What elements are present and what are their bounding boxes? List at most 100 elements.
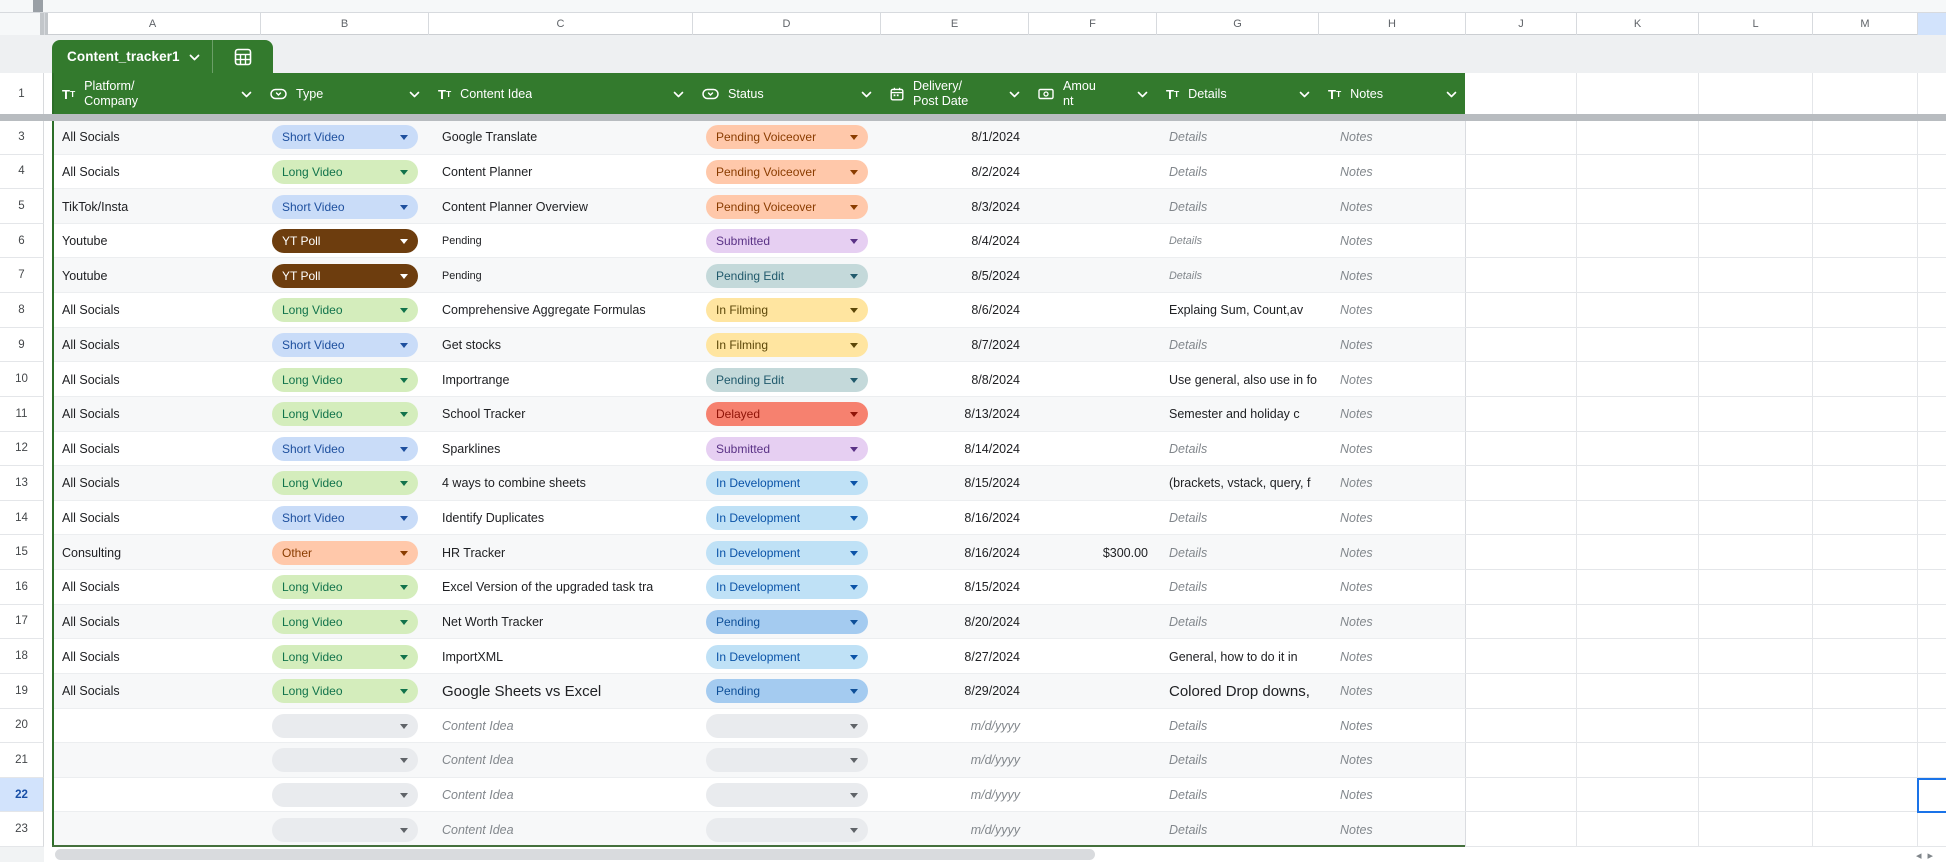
type-chip[interactable]: Other: [272, 541, 418, 565]
cell-date[interactable]: m/d/yyyy: [880, 812, 1028, 847]
cell-amount[interactable]: [1028, 743, 1156, 778]
cell-notes[interactable]: Notes: [1334, 224, 1465, 259]
cell-content-idea[interactable]: Comprehensive Aggregate Formulas: [436, 293, 692, 328]
status-chip[interactable]: [706, 748, 868, 772]
cell-date[interactable]: 8/2/2024: [880, 155, 1028, 190]
status-chip[interactable]: [706, 714, 868, 738]
cell-platform[interactable]: Consulting: [58, 535, 260, 570]
row-header[interactable]: 6: [0, 224, 44, 259]
cell-amount[interactable]: [1028, 328, 1156, 363]
cell-content-idea[interactable]: Pending: [436, 224, 692, 259]
cell-amount[interactable]: [1028, 258, 1156, 293]
cell-date[interactable]: 8/5/2024: [880, 258, 1028, 293]
cell-content-idea[interactable]: School Tracker: [436, 397, 692, 432]
cell-date[interactable]: m/d/yyyy: [880, 743, 1028, 778]
cell-details[interactable]: Details: [1163, 778, 1318, 813]
cell-content-idea[interactable]: Google Translate: [436, 120, 692, 155]
row-header[interactable]: 13: [0, 466, 44, 501]
cell-notes[interactable]: Notes: [1334, 293, 1465, 328]
row-header[interactable]: 19: [0, 674, 44, 709]
cell-details[interactable]: General, how to do it in: [1163, 639, 1318, 674]
cell-content-idea[interactable]: Content Idea: [436, 709, 692, 744]
cell-notes[interactable]: Notes: [1334, 328, 1465, 363]
cell-date[interactable]: 8/4/2024: [880, 224, 1028, 259]
cell-amount[interactable]: [1028, 501, 1156, 536]
cell-content-idea[interactable]: Identify Duplicates: [436, 501, 692, 536]
cell-platform[interactable]: All Socials: [58, 639, 260, 674]
cell-details[interactable]: Semester and holiday c: [1163, 397, 1318, 432]
cell-notes[interactable]: Notes: [1334, 605, 1465, 640]
cell-platform[interactable]: All Socials: [58, 328, 260, 363]
cell-amount[interactable]: [1028, 639, 1156, 674]
cell-details[interactable]: Details: [1163, 535, 1318, 570]
cell-amount[interactable]: [1028, 224, 1156, 259]
cell-platform[interactable]: All Socials: [58, 397, 260, 432]
horizontal-scrollbar[interactable]: [55, 849, 1095, 860]
column-header-M[interactable]: M: [1812, 13, 1917, 35]
cell-notes[interactable]: Notes: [1334, 258, 1465, 293]
cell-details[interactable]: Details: [1163, 224, 1318, 259]
type-chip[interactable]: Long Video: [272, 368, 418, 392]
cell-content-idea[interactable]: Content Planner: [436, 155, 692, 190]
type-chip[interactable]: Long Video: [272, 402, 418, 426]
cell-content-idea[interactable]: Content Idea: [436, 778, 692, 813]
cell-details[interactable]: Details: [1163, 328, 1318, 363]
cell-content-idea[interactable]: Net Worth Tracker: [436, 605, 692, 640]
cell-amount[interactable]: [1028, 778, 1156, 813]
cell-date[interactable]: 8/29/2024: [880, 674, 1028, 709]
status-chip[interactable]: Pending Voiceover: [706, 160, 868, 184]
cell-date[interactable]: m/d/yyyy: [880, 709, 1028, 744]
cell-platform[interactable]: [58, 743, 260, 778]
type-chip[interactable]: [272, 714, 418, 738]
status-chip[interactable]: Pending Voiceover: [706, 125, 868, 149]
cell-platform[interactable]: All Socials: [58, 501, 260, 536]
cell-amount[interactable]: [1028, 293, 1156, 328]
cell-details[interactable]: Use general, also use in fo: [1163, 362, 1318, 397]
row-header[interactable]: 16: [0, 570, 44, 605]
status-chip[interactable]: In Development: [706, 506, 868, 530]
table-name-tab[interactable]: Content_tracker1: [52, 40, 273, 73]
status-chip[interactable]: Pending: [706, 610, 868, 634]
cell-date[interactable]: 8/3/2024: [880, 189, 1028, 224]
cell-amount[interactable]: [1028, 674, 1156, 709]
column-header-details[interactable]: TTDetails: [1156, 73, 1318, 115]
cell-amount[interactable]: [1028, 605, 1156, 640]
cell-content-idea[interactable]: Excel Version of the upgraded task tra: [436, 570, 692, 605]
column-header-amount[interactable]: Amou nt: [1028, 73, 1156, 115]
cell-notes[interactable]: Notes: [1334, 570, 1465, 605]
type-chip[interactable]: Long Video: [272, 160, 418, 184]
type-chip[interactable]: YT Poll: [272, 229, 418, 253]
status-chip[interactable]: Pending Edit: [706, 264, 868, 288]
cell-date[interactable]: 8/27/2024: [880, 639, 1028, 674]
cell-amount[interactable]: [1028, 432, 1156, 467]
scroll-right-icon[interactable]: ▸: [1928, 849, 1934, 862]
status-chip[interactable]: In Filming: [706, 298, 868, 322]
row-header[interactable]: 4: [0, 155, 44, 190]
cell-notes[interactable]: Notes: [1334, 155, 1465, 190]
type-chip[interactable]: [272, 748, 418, 772]
cell-platform[interactable]: [58, 812, 260, 847]
cell-content-idea[interactable]: 4 ways to combine sheets: [436, 466, 692, 501]
cell-platform[interactable]: All Socials: [58, 432, 260, 467]
cell-content-idea[interactable]: Importrange: [436, 362, 692, 397]
cell-details[interactable]: Details: [1163, 605, 1318, 640]
status-chip[interactable]: Submitted: [706, 229, 868, 253]
cell-platform[interactable]: [58, 709, 260, 744]
column-header-selected[interactable]: [1917, 13, 1946, 35]
row-header[interactable]: 14: [0, 501, 44, 536]
cell-notes[interactable]: Notes: [1334, 362, 1465, 397]
cell-details[interactable]: Details: [1163, 743, 1318, 778]
cell-details[interactable]: Details: [1163, 155, 1318, 190]
cell-platform[interactable]: All Socials: [58, 155, 260, 190]
row-header[interactable]: 8: [0, 293, 44, 328]
type-chip[interactable]: Short Video: [272, 506, 418, 530]
cell-platform[interactable]: All Socials: [58, 120, 260, 155]
column-header-E[interactable]: E: [880, 13, 1028, 35]
status-chip[interactable]: Delayed: [706, 402, 868, 426]
row-header[interactable]: 10: [0, 362, 44, 397]
hidden-row-indicator[interactable]: [0, 114, 1946, 121]
cell-amount[interactable]: $300.00: [1028, 535, 1156, 570]
cell-content-idea[interactable]: Pending: [436, 258, 692, 293]
cell-notes[interactable]: Notes: [1334, 501, 1465, 536]
row-header[interactable]: 3: [0, 120, 44, 155]
